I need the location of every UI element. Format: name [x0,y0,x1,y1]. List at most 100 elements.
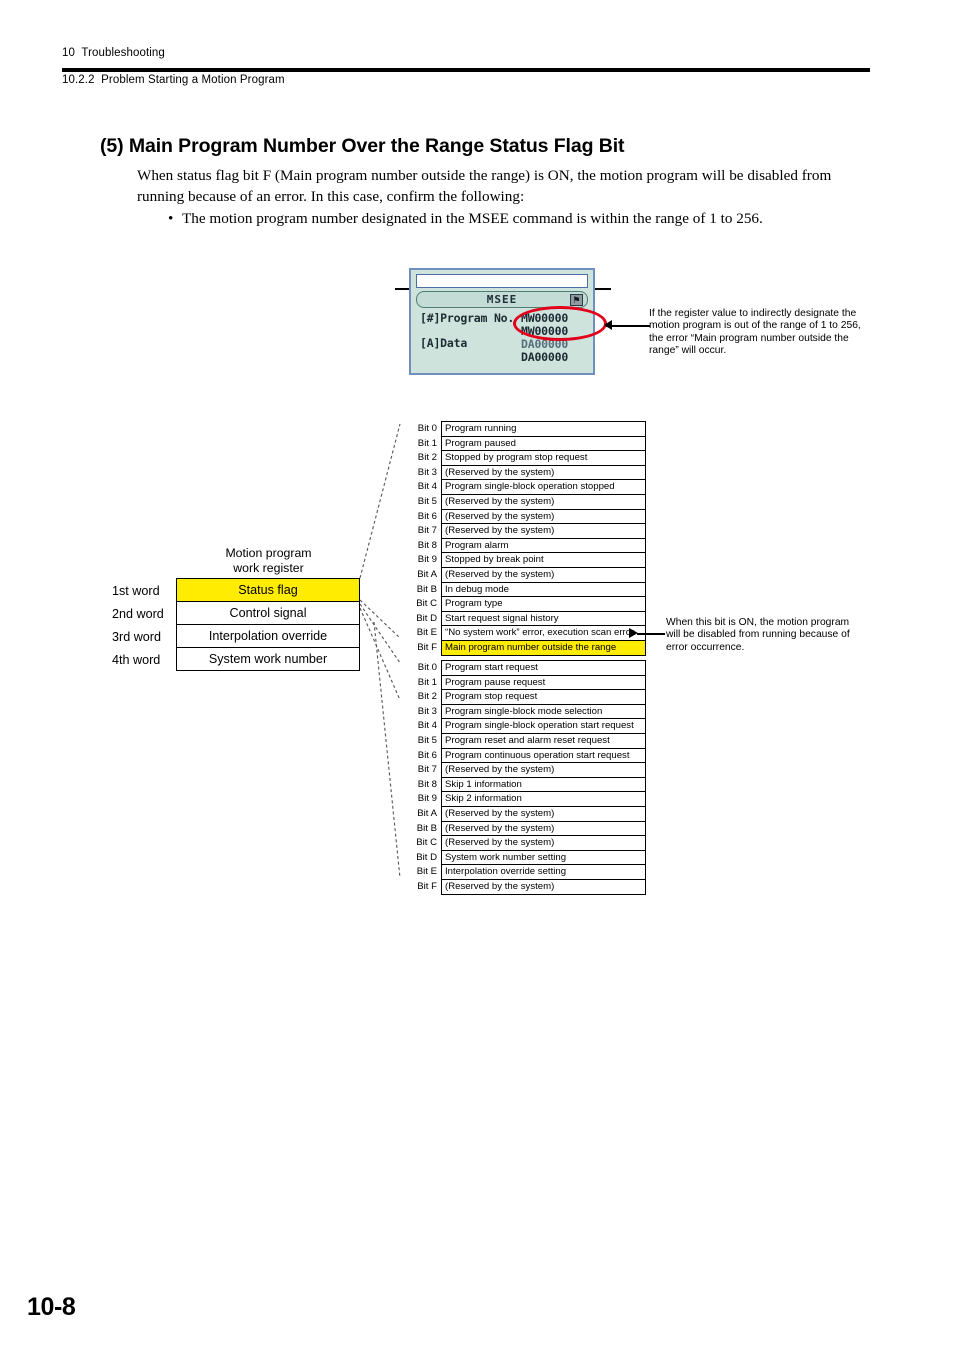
bit-row: Bit 8 Program alarm [404,537,646,554]
bit-index-label: Bit 4 [417,481,437,493]
bit-description: (Reserved by the system) [441,878,646,895]
bit-row: Bit A (Reserved by the system) [404,566,646,583]
word-register-title-line1: Motion program [225,546,312,560]
dialog-command-label: MSEE [486,293,518,306]
bit-index-label: Bit A [417,568,437,580]
dialog-register-value-4: DA00000 [521,350,569,364]
dialog-program-no-label: [#]Program No. [420,311,515,325]
word-label-2nd: 2nd word [112,607,164,621]
bit-index-label: Bit 8 [417,539,437,551]
bit-on-callout-text: When this bit is ON, the motion program … [666,617,850,653]
bit-description: Skip 2 information [441,791,646,807]
bit-row: Bit 4 Program single-block operation stop… [404,479,646,495]
bit-description: Program single-block operation start req… [441,718,646,734]
bit-index-label: Bit 3 [417,466,437,478]
bit-index-label: Bit 3 [417,705,437,717]
bit-row: Bit D System work number setting [404,849,646,866]
bit-row: Bit 9 Stopped by break point [404,552,646,568]
dialog-title-bar [416,274,588,288]
bit-index-label: Bit 5 [417,495,437,507]
bit-row: Bit F (Reserved by the system) [404,878,646,895]
bit-description: (Reserved by the system) [441,464,646,481]
bit-row: Bit 5 (Reserved by the system) [404,493,646,510]
bit-description: Program reset and alarm reset request [441,732,646,749]
bit-index-label: Bit 7 [417,764,437,776]
bit-row: Bit B (Reserved by the system) [404,820,646,837]
bit-index-label: Bit F [417,641,437,653]
bit-row: Bit E “No system work” error, execution s… [404,625,646,641]
bit-row: Bit 1 Program paused [404,435,646,452]
bit-row: Bit 2 Stopped by program stop request [404,450,646,466]
word-register-cell: Status flag [176,578,360,602]
bit-row: Bit A (Reserved by the system) [404,805,646,822]
bit-description: Start request signal history [441,610,646,627]
bit-index-label: Bit C [416,837,437,849]
bit-description: Main program number outside the range [441,639,646,656]
bit-description: (Reserved by the system) [441,762,646,778]
page-title: (5) Main Program Number Over the Range S… [100,135,625,157]
bit-description: (Reserved by the system) [441,566,646,583]
word-register-cell: Interpolation override [176,624,360,648]
page-number: 10-8 [27,1293,76,1321]
word-register-row: Status flag [176,578,360,602]
red-highlight-ellipse [513,306,607,341]
bit-description: Program paused [441,435,646,452]
bit-index-label: Bit 5 [417,734,437,746]
bit-row: Bit D Start request signal history [404,610,646,627]
bit-description: In debug mode [441,581,646,598]
bit-index-label: Bit 9 [417,554,437,566]
bit-index-label: Bit F [417,880,437,892]
bit-index-label: Bit 1 [417,437,437,449]
bit-index-label: Bit 6 [417,749,437,761]
bit-row: Bit 3 (Reserved by the system) [404,464,646,481]
bit-description: Program single-block operation stopped [441,479,646,495]
bit-index-label: Bit 2 [417,452,437,464]
word-register-row: Control signal [176,601,360,625]
bit-description: System work number setting [441,849,646,866]
word-label-1st: 1st word [112,584,160,598]
bit-index-label: Bit E [416,866,437,878]
header-section-label: 10.2.2 Problem Starting a Motion Program [62,74,285,86]
intro-paragraph: When status flag bit F (Main program num… [137,167,832,205]
bit-description: Program start request [441,660,646,676]
bit-description: Program type [441,596,646,612]
bit-row: Bit C Program type [404,596,646,612]
control-signal-bit-table: Bit 0 Program start request Bit 1 Program p… [404,660,646,895]
bit-description: (Reserved by the system) [441,835,646,851]
bit-index-label: Bit 0 [417,423,437,434]
bit-index-label: Bit 7 [417,525,437,537]
bit-row: Bit B In debug mode [404,581,646,598]
bit-row: Bit 0 Program start request [404,660,646,676]
bit-row: Bit 6 Program continuous operation start … [404,747,646,764]
dialog-data-label: [A]Data [420,336,468,350]
dialog-command-icon: ⚑ [570,294,583,306]
bit-description: Skip 1 information [441,776,646,793]
bit-row: Bit F Main program number outside the ran… [404,639,646,656]
bit-index-label: Bit 2 [417,691,437,703]
bit-row: Bit 8 Skip 1 information [404,776,646,793]
bit-row: Bit 1 Program pause request [404,674,646,691]
bit-index-label: Bit D [416,851,437,863]
word-label-3rd: 3rd word [112,630,161,644]
word-label-4th: 4th word [112,653,161,667]
bit-index-label: Bit 9 [417,793,437,805]
bit-description: (Reserved by the system) [441,493,646,510]
word-register-row: Interpolation override [176,624,360,648]
bit-row: Bit 0 Program running [404,421,646,437]
bit-index-label: Bit A [417,807,437,819]
bit-description: (Reserved by the system) [441,805,646,822]
bit-row: Bit 7 (Reserved by the system) [404,523,646,539]
bit-index-label: Bit C [416,598,437,610]
word-register-cell: Control signal [176,601,360,625]
bit-index-label: Bit B [416,822,437,834]
bit-row: Bit 9 Skip 2 information [404,791,646,807]
word-register-table: Status flag Control signal Interpolation o… [176,578,360,671]
bullet-marker-icon: • [168,210,174,227]
bullet-item-text: The motion program number designated in … [182,210,763,227]
header-chapter-label: 10 Troubleshooting [62,47,165,59]
bit-index-label: Bit 4 [417,720,437,732]
bit-row: Bit 5 Program reset and alarm reset reque… [404,732,646,749]
bit-description: Stopped by program stop request [441,450,646,466]
bit-description: Program running [441,421,646,437]
control-signal-bit-body: Bit 0 Program start request Bit 1 Program p… [404,660,646,895]
